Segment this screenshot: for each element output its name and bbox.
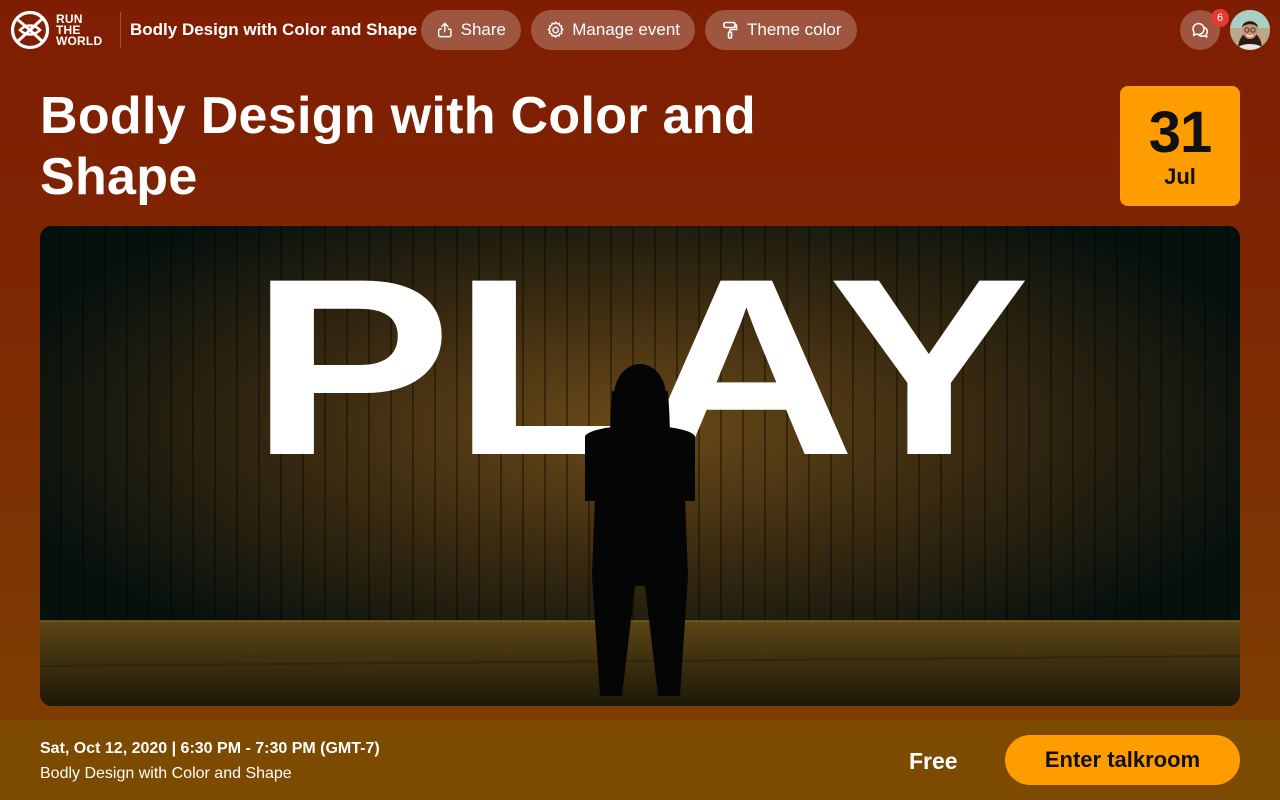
logo-wordmark: RUN THE WORLD [56, 13, 103, 48]
header-divider [120, 12, 121, 48]
ticket-price: Free [909, 748, 958, 774]
page-title: Bodly Design with Color and Shape [40, 87, 756, 206]
avatar[interactable] [1230, 10, 1270, 50]
manage-event-label: Manage event [572, 20, 680, 39]
chat-bubbles-icon [1192, 22, 1209, 38]
globe-logo-icon [10, 10, 50, 50]
banner-illustration: PLAY [40, 226, 1240, 706]
run-the-world-logo[interactable]: RUN THE WORLD [10, 10, 102, 50]
logo-word-3: WORLD [56, 33, 103, 48]
footer-event-name: Bodly Design with Color and Shape [40, 765, 292, 782]
user-avatar-image [1230, 10, 1270, 50]
theme-color-button[interactable]: Theme color [705, 10, 857, 50]
event-datetime: Sat, Oct 12, 2020 | 6:30 PM - 7:30 PM (G… [40, 740, 380, 757]
notification-badge: 6 [1211, 9, 1229, 27]
share-icon [437, 22, 452, 38]
enter-talkroom-button[interactable]: Enter talkroom [1005, 735, 1240, 785]
top-bar: RUN THE WORLD Bodly Design with Color an… [0, 0, 1280, 60]
header-event-title: Bodly Design with Color and Shape [130, 20, 418, 39]
share-button[interactable]: Share [421, 10, 521, 50]
event-banner-image: PLAY [40, 226, 1240, 706]
date-badge: 31 Jul [1120, 86, 1240, 206]
date-day: 31 [1148, 100, 1213, 165]
theme-color-label: Theme color [747, 20, 842, 39]
gear-icon [547, 21, 564, 38]
manage-event-button[interactable]: Manage event [531, 10, 695, 50]
share-label: Share [460, 20, 506, 39]
paint-roller-icon [723, 21, 738, 39]
date-month: Jul [1164, 164, 1196, 189]
